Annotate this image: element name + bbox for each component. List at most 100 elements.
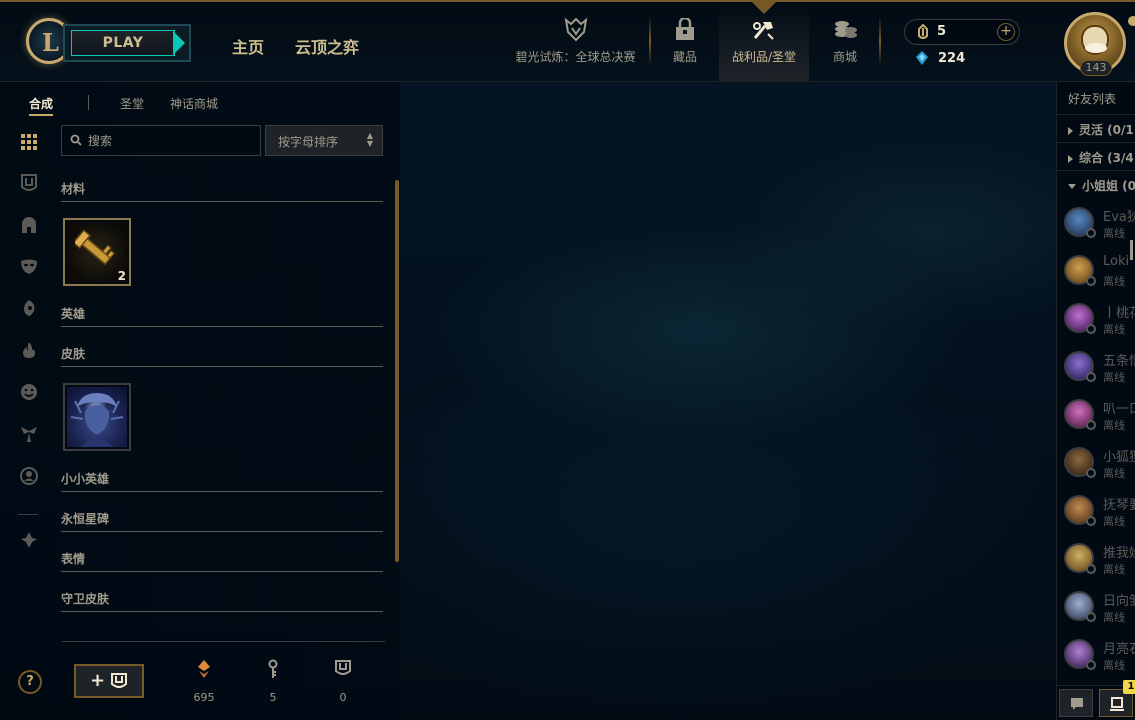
friend-name: 叭一口	[1103, 402, 1135, 417]
loot-item-skin-shard[interactable]	[63, 383, 131, 451]
orange-essence-amount: 695	[193, 691, 215, 704]
offline-status-icon	[1086, 612, 1096, 622]
dropdown-arrows-icon: ▲ ▼	[366, 131, 373, 148]
subtab-craft[interactable]: 合成	[29, 95, 54, 116]
friend-avatar	[1064, 351, 1096, 382]
friend-group-label: 灵活 (0/1	[1079, 123, 1134, 137]
search-box	[61, 125, 261, 156]
friend-status: 离线	[1103, 275, 1125, 288]
all-items-grid-icon[interactable]	[19, 132, 39, 152]
friend-status: 离线	[1103, 419, 1125, 432]
skin-mask-icon[interactable]	[19, 256, 39, 276]
item-count: 2	[117, 269, 126, 283]
friend-row[interactable]: 小狐狸 离线	[1057, 440, 1135, 488]
summoner-icon-filter-icon[interactable]	[19, 466, 39, 486]
loot-hextech-icon	[753, 22, 774, 40]
keys-amount: 5	[269, 691, 277, 704]
friend-status: 离线	[1103, 611, 1125, 624]
ward-skin-icon[interactable]	[19, 424, 39, 444]
play-button[interactable]: PLAY	[63, 24, 191, 62]
offline-status-icon	[1086, 516, 1096, 526]
category-little-legends: 小小英雄	[61, 470, 383, 492]
friend-status: 离线	[1103, 659, 1125, 672]
loot-panel: 合成 圣堂 神话商城 搜索 按字母排序 ▲ ▼ 材料 2 英雄 皮肤 小小英雄 …	[0, 82, 400, 720]
friend-row[interactable]: Eva狄 离线	[1057, 200, 1135, 248]
friend-status: 离线	[1103, 563, 1125, 576]
subtab-mythic-shop[interactable]: 神话商城	[170, 95, 218, 112]
friend-group-label: 综合 (3/4	[1079, 151, 1134, 165]
notification-icon	[1110, 697, 1124, 711]
friends-list-panel: 好友列表 灵活 (0/1 综合 (3/4 小姐姐 (0 Eva狄 离线 Loki…	[1056, 82, 1135, 720]
friend-avatar	[1064, 639, 1096, 670]
little-legend-icon[interactable]	[19, 298, 39, 318]
category-ward-skins: 守卫皮肤	[61, 590, 383, 612]
tab-collection[interactable]: 藏品	[655, 2, 715, 82]
friend-row[interactable]: 抚琴要 离线	[1057, 488, 1135, 536]
friends-divider	[1057, 114, 1135, 115]
search-input[interactable]	[88, 131, 253, 151]
champion-helmet-icon[interactable]	[19, 215, 39, 235]
friend-name: 丨桃花	[1103, 306, 1135, 321]
friend-group-ladies[interactable]: 小姐姐 (0	[1068, 177, 1135, 194]
friend-name: 小狐狸	[1103, 450, 1135, 465]
tab-store-label: 商城	[832, 50, 857, 64]
tab-store[interactable]: 商城	[815, 2, 875, 82]
nav-home[interactable]: 主页	[232, 34, 264, 58]
tab-event[interactable]: 碧光试炼：全球总决赛	[508, 2, 643, 82]
chest-filter-icon[interactable]	[19, 173, 39, 193]
friend-row[interactable]: 推我娃 离线	[1057, 536, 1135, 584]
blue-essence-amount: 5	[937, 24, 947, 39]
friend-avatar	[1064, 591, 1096, 622]
friend-row[interactable]: 丨桃花 离线	[1057, 296, 1135, 344]
tab-collection-label: 藏品	[672, 50, 697, 64]
friend-name: 推我娃	[1103, 546, 1135, 561]
notification-badge: 1	[1123, 680, 1135, 694]
friend-row[interactable]: 日向雏 离线	[1057, 584, 1135, 632]
friend-name: Eva狄	[1103, 210, 1135, 225]
add-chest-button[interactable]: +	[74, 664, 144, 698]
chest-count-icon	[335, 660, 351, 675]
summoner-level: 143	[1080, 60, 1112, 76]
offline-status-icon	[1086, 468, 1096, 478]
subtab-vault[interactable]: 圣堂	[120, 95, 144, 112]
chat-button[interactable]	[1059, 689, 1093, 717]
chest-icon	[111, 673, 127, 688]
riot-points-wallet: 224	[914, 50, 965, 70]
help-button[interactable]: ?	[18, 670, 42, 694]
orange-essence-icon	[198, 660, 210, 678]
category-eternals: 永恒星碑	[61, 510, 383, 532]
loot-item-key-fragment[interactable]: 2	[63, 218, 131, 286]
friend-row[interactable]: Loki 离线	[1057, 248, 1135, 296]
emote-smiley-icon[interactable]	[19, 382, 39, 402]
buy-currency-button[interactable]: +	[997, 23, 1015, 41]
other-loot-icon[interactable]	[19, 530, 39, 550]
friends-scrollbar[interactable]	[1130, 240, 1133, 260]
friend-row[interactable]: 月亮石 离线	[1057, 632, 1135, 680]
riot-points-icon	[916, 51, 928, 65]
tab-loot[interactable]: 战利品/圣堂	[719, 2, 809, 82]
keys-counter: 5	[253, 659, 293, 704]
blue-essence-wallet: 5 +	[904, 19, 1020, 45]
friend-group-general[interactable]: 综合 (3/4	[1068, 149, 1134, 166]
sort-dropdown-value: 按字母排序	[278, 135, 339, 149]
key-fragment-icon	[75, 229, 115, 266]
friends-divider	[1057, 170, 1135, 171]
friend-group-label: 小姐姐 (0	[1082, 179, 1135, 193]
friend-name: 五条悟	[1103, 354, 1135, 369]
eternals-flame-icon[interactable]	[19, 340, 39, 360]
friend-avatar	[1064, 399, 1096, 430]
friend-row[interactable]: 五条悟 离线	[1057, 344, 1135, 392]
sort-dropdown[interactable]: 按字母排序 ▲ ▼	[265, 125, 383, 156]
friend-row[interactable]: 叭一口 离线	[1057, 392, 1135, 440]
chests-amount: 0	[339, 691, 347, 704]
blue-essence-icon	[918, 24, 928, 39]
client-window: L PLAY 主页 云顶之弈 碧光试炼：全球总决赛 藏品 战利品/圣堂 商城 5…	[0, 0, 1135, 720]
category-emotes: 表情	[61, 550, 383, 572]
category-champions: 英雄	[61, 305, 383, 327]
nav-tft[interactable]: 云顶之弈	[295, 34, 359, 58]
loot-scrollbar[interactable]	[395, 180, 399, 562]
expand-arrow-icon	[1068, 154, 1073, 163]
play-arrow-icon	[173, 31, 185, 55]
friend-group-flex[interactable]: 灵活 (0/1	[1068, 121, 1134, 138]
friend-status: 离线	[1103, 227, 1125, 240]
